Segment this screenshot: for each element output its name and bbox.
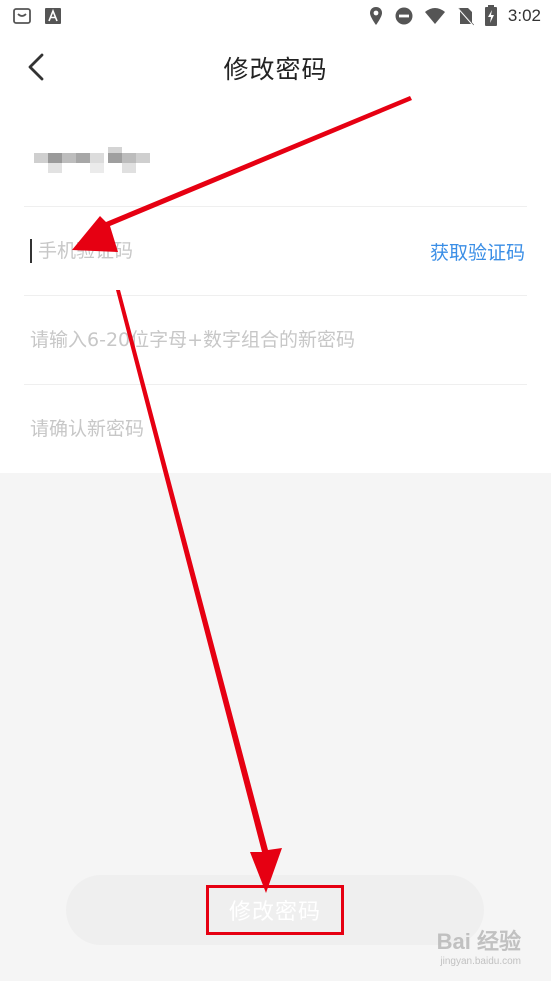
masked-phone-number <box>34 147 150 177</box>
submit-button-label: 修改密码 <box>205 885 344 935</box>
watermark-main: Bai 经验 <box>436 929 521 954</box>
masked-phone-pixels <box>34 147 150 173</box>
status-bar-right: 3:02 <box>368 4 541 28</box>
status-bar-left <box>12 6 62 26</box>
watermark-sub: jingyan.baidu.com <box>440 956 521 967</box>
no-sim-icon <box>457 7 474 26</box>
baidu-watermark: Bai 经验 jingyan.baidu.com <box>437 924 521 967</box>
change-password-form: 获取验证码 <box>0 102 551 473</box>
shopping-bag-icon <box>13 8 31 24</box>
get-code-button[interactable]: 获取验证码 <box>430 238 525 265</box>
confirm-password-row <box>24 385 527 473</box>
battery-charging-icon <box>484 5 497 26</box>
screen: 3:02 修改密码 手机验证码 获取验证码 修改密码 Bai 经验 jingya… <box>0 0 551 981</box>
app-bar: 修改密码 <box>0 32 551 103</box>
location-icon <box>369 7 382 25</box>
text-a-icon <box>45 8 61 24</box>
status-time: 3:02 <box>507 6 541 25</box>
phone-number-row <box>24 118 527 207</box>
new-password-input[interactable] <box>24 320 527 360</box>
verification-code-input[interactable] <box>32 231 430 271</box>
confirm-password-input[interactable] <box>24 409 527 449</box>
status-bar: 3:02 <box>0 0 551 32</box>
do-not-disturb-icon <box>395 7 413 25</box>
wifi-icon <box>424 8 445 24</box>
submit-button[interactable]: 修改密码 <box>66 875 484 945</box>
verification-code-row: 获取验证码 <box>24 207 527 296</box>
new-password-row <box>24 296 527 385</box>
page-title: 修改密码 <box>223 55 328 84</box>
